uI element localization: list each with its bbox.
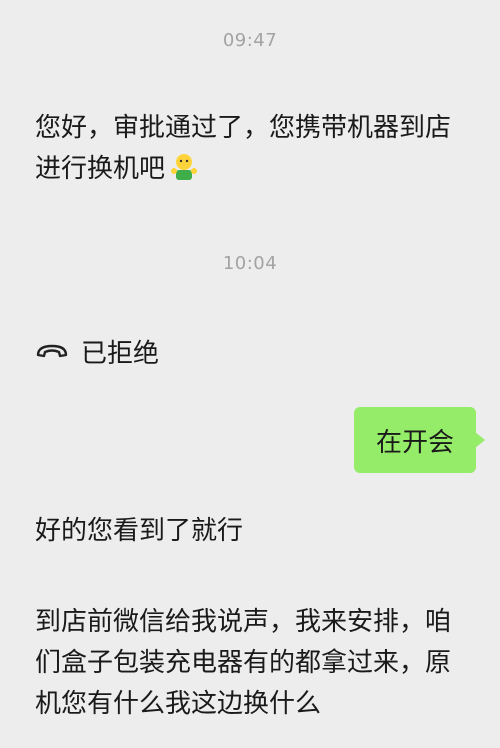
outgoing-message-text: 在开会: [375, 427, 454, 458]
voice-call-record[interactable]: 已拒绝: [35, 331, 159, 371]
message-approval-text: 您好，审批通过了，您携带机器到店进行换机吧: [35, 113, 452, 184]
message-arrangement[interactable]: 到店前微信给我说声，我来安排，咱们盒子包装充电器有的都拿过来，原机您有什么我这边…: [35, 602, 475, 725]
message-acknowledge-text: 好的您看到了就行: [35, 516, 244, 546]
timestamp-1004: 10:04: [222, 253, 278, 274]
timestamp-0947: 09:47: [222, 30, 278, 51]
message-approval[interactable]: 您好，审批通过了，您携带机器到店进行换机吧: [35, 108, 475, 194]
ok-gesture-emoji-icon: [169, 151, 199, 194]
call-status-label: 已拒绝: [81, 338, 160, 369]
message-arrangement-text: 到店前微信给我说声，我来安排，咱们盒子包装充电器有的都拿过来，原机您有什么我这边…: [35, 607, 452, 719]
outgoing-message-bubble[interactable]: 在开会: [353, 407, 486, 473]
phone-hangup-icon: [35, 336, 81, 366]
message-acknowledge[interactable]: 好的您看到了就行: [35, 511, 475, 552]
